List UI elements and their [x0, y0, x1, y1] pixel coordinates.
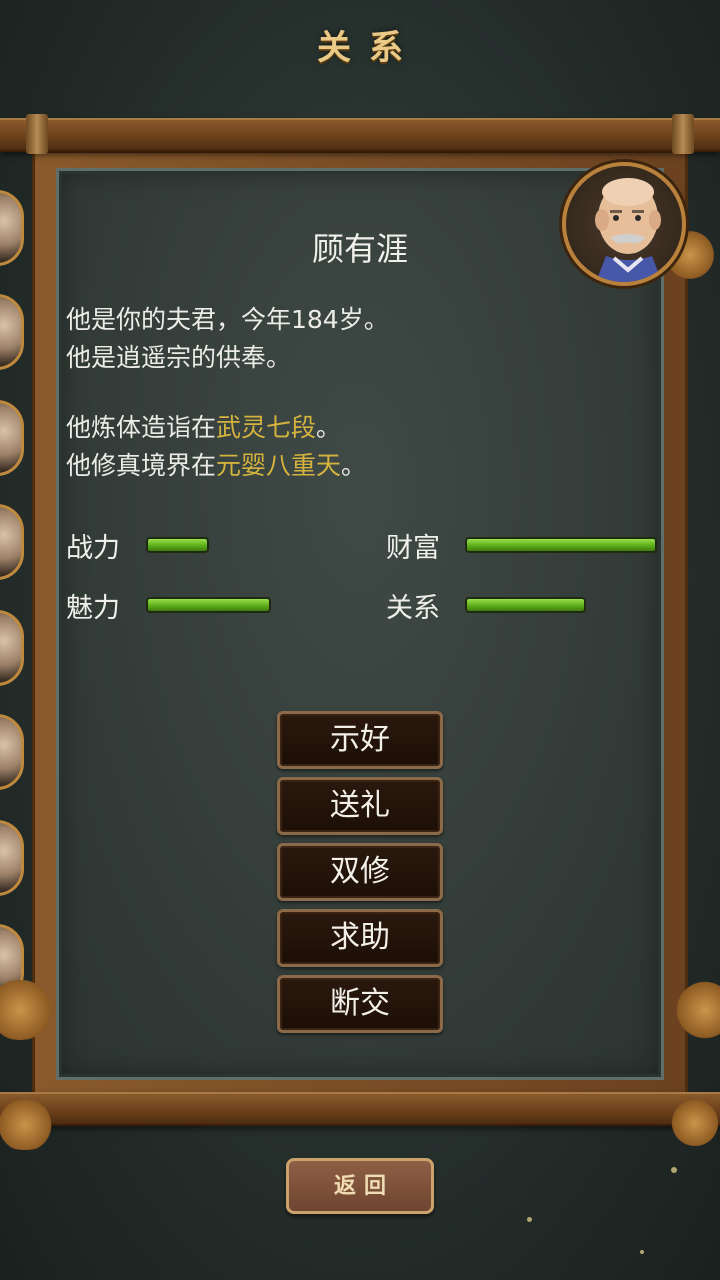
stat-bar-relation: [465, 597, 586, 613]
befriend-button[interactable]: 示好: [277, 711, 443, 769]
cloud-ornament: [665, 1100, 720, 1146]
realm-level: 元婴八重天: [216, 451, 342, 480]
side-avatar[interactable]: [0, 610, 24, 686]
realm-suffix: 。: [341, 451, 367, 480]
scroll-rod-bottom: [0, 1092, 720, 1126]
sparkle-decoration: [527, 1217, 532, 1222]
character-name: 顾有涯: [311, 230, 408, 268]
stat-label-relation: 关系: [386, 593, 440, 624]
body-level: 武灵七段: [216, 413, 317, 442]
cloud-ornament: [0, 1100, 60, 1150]
stat-bar-power: [146, 537, 209, 553]
description-line: 他是逍遥宗的供奉。: [66, 343, 292, 372]
stat-label-power: 战力: [66, 533, 120, 564]
side-avatar[interactable]: [0, 820, 24, 896]
stat-bar-wealth: [465, 537, 657, 553]
realm-line: 他修真境界在元婴八重天。: [66, 446, 366, 482]
sparkle-decoration: [640, 1250, 644, 1254]
side-avatar[interactable]: [0, 400, 24, 476]
description-line: 他是你的夫君，今年184岁。: [66, 305, 389, 334]
stat-label-wealth: 财富: [386, 533, 440, 564]
stat-label-charm: 魅力: [66, 593, 120, 624]
side-avatar[interactable]: [0, 714, 24, 790]
ask-help-button[interactable]: 求助: [277, 909, 443, 967]
dual-cultivation-button[interactable]: 双修: [277, 843, 443, 901]
back-button[interactable]: 返回: [286, 1158, 434, 1214]
stat-bar-charm: [146, 597, 271, 613]
break-off-button[interactable]: 断交: [277, 975, 443, 1033]
side-avatar[interactable]: [0, 504, 24, 580]
side-avatar[interactable]: [0, 294, 24, 370]
realm-prefix: 他修真境界在: [66, 451, 217, 480]
page-title: 关系: [317, 28, 421, 68]
body-suffix: 。: [316, 413, 342, 442]
body-cultivation-line: 他炼体造诣在武灵七段。: [66, 408, 341, 444]
sparkle-decoration: [671, 1167, 677, 1173]
body-prefix: 他炼体造诣在: [66, 413, 217, 442]
scroll-rod-top: [0, 114, 720, 154]
give-gift-button[interactable]: 送礼: [277, 777, 443, 835]
